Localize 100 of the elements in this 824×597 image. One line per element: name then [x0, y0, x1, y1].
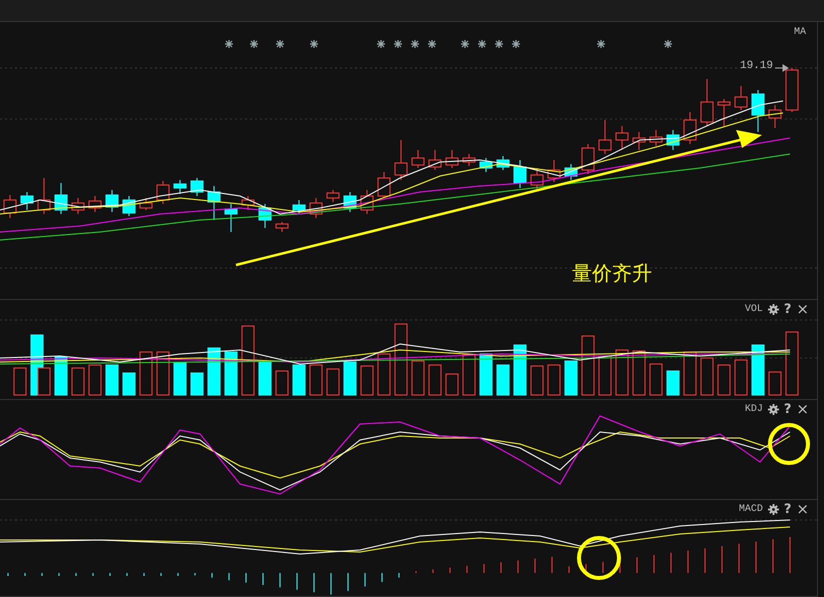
candlestick — [140, 198, 152, 210]
volume-bar — [378, 354, 390, 396]
star-marker-icon — [512, 40, 520, 48]
candlestick — [530, 168, 544, 190]
highlight-circle — [768, 423, 810, 465]
candlestick — [598, 120, 612, 154]
volume-bar — [700, 358, 714, 396]
volume-bar — [734, 360, 748, 396]
candlestick — [242, 196, 254, 210]
settings-icon[interactable] — [768, 504, 779, 515]
volume-bar — [530, 366, 544, 396]
candlestick — [20, 192, 34, 210]
volume-bar — [190, 372, 204, 396]
volume-bar — [480, 354, 492, 396]
highlight-circle — [577, 536, 621, 580]
volume-bar — [496, 364, 510, 396]
candlestick — [378, 172, 390, 198]
volume-bar — [174, 362, 186, 396]
star-marker-icon — [478, 40, 486, 48]
star-marker-icon — [664, 40, 672, 48]
volume-bar — [768, 372, 782, 396]
volume-bar — [514, 344, 526, 396]
volume-bar — [14, 368, 26, 396]
settings-icon[interactable] — [768, 404, 779, 415]
close-button[interactable]: × — [796, 502, 809, 517]
candlestick — [564, 164, 578, 180]
star-marker-icon — [276, 40, 284, 48]
candlestick — [700, 78, 714, 126]
volume-bar — [684, 352, 696, 396]
star-marker-icon — [250, 40, 258, 48]
candlestick — [412, 150, 424, 168]
volume-bar — [140, 352, 152, 396]
candlestick — [106, 190, 118, 212]
candlestick — [734, 86, 748, 110]
volume-bar — [122, 372, 136, 396]
volume-bar — [582, 336, 594, 396]
help-button[interactable]: ? — [784, 503, 792, 516]
volume-bar — [224, 352, 238, 396]
candlestick — [666, 130, 680, 150]
help-button[interactable]: ? — [784, 303, 792, 316]
volume-bar — [54, 356, 68, 396]
candlestick — [310, 198, 322, 218]
volume-bar — [446, 374, 458, 396]
panel-label: MACD — [738, 504, 763, 514]
candlestick — [72, 198, 84, 214]
volume-bar — [564, 360, 578, 396]
volume-bar — [310, 364, 322, 396]
candlestick — [276, 222, 288, 232]
volume-bar — [598, 356, 612, 396]
close-button[interactable]: × — [796, 402, 809, 417]
panel-label: KDJ — [744, 404, 763, 414]
volume-bar — [344, 362, 356, 396]
volume-bar — [632, 350, 646, 396]
volume-bar — [106, 364, 118, 396]
volume-bar — [88, 364, 102, 396]
close-button[interactable]: × — [796, 302, 809, 317]
help-button[interactable]: ? — [784, 403, 792, 416]
volume-bar — [650, 364, 662, 396]
candlestick — [258, 204, 272, 228]
candlestick — [514, 160, 526, 188]
candlestick — [156, 180, 170, 204]
candlestick — [650, 130, 662, 146]
candlestick — [582, 144, 594, 174]
candlestick — [718, 98, 730, 126]
candlestick — [54, 182, 68, 214]
candlestick — [632, 132, 646, 150]
candlestick — [174, 180, 186, 194]
candlestick — [38, 178, 50, 214]
volume-bar — [208, 348, 220, 396]
volume-bar — [394, 324, 408, 396]
candlestick — [394, 140, 408, 180]
volume-bar — [666, 370, 680, 396]
candlestick — [208, 186, 220, 220]
panel-label: VOL — [744, 304, 763, 314]
star-marker-icon — [225, 40, 233, 48]
star-marker-icon — [377, 40, 385, 48]
candlestick — [616, 126, 628, 150]
candlestick — [326, 190, 340, 202]
price-tag-arrow-icon — [774, 64, 789, 72]
star-marker-icon — [597, 40, 605, 48]
volume-bar — [326, 368, 340, 396]
annotation-text: 量价齐升 — [572, 261, 652, 285]
star-marker-icon — [411, 40, 419, 48]
star-marker-icon — [461, 40, 469, 48]
candlestick — [786, 68, 798, 112]
volume-bar — [258, 362, 272, 396]
candlestick — [480, 158, 492, 172]
candlestick — [224, 204, 238, 232]
candlestick — [122, 196, 136, 216]
volume-bar — [786, 332, 798, 396]
candlestick — [428, 150, 442, 170]
volume-bar — [360, 366, 374, 396]
settings-icon[interactable] — [768, 304, 779, 315]
star-marker-icon — [310, 40, 318, 48]
volume-bar — [292, 364, 306, 396]
candlestick — [344, 192, 356, 212]
candlestick — [4, 194, 16, 218]
candlestick — [360, 190, 374, 214]
candlestick — [462, 154, 476, 166]
candlestick — [446, 150, 458, 168]
